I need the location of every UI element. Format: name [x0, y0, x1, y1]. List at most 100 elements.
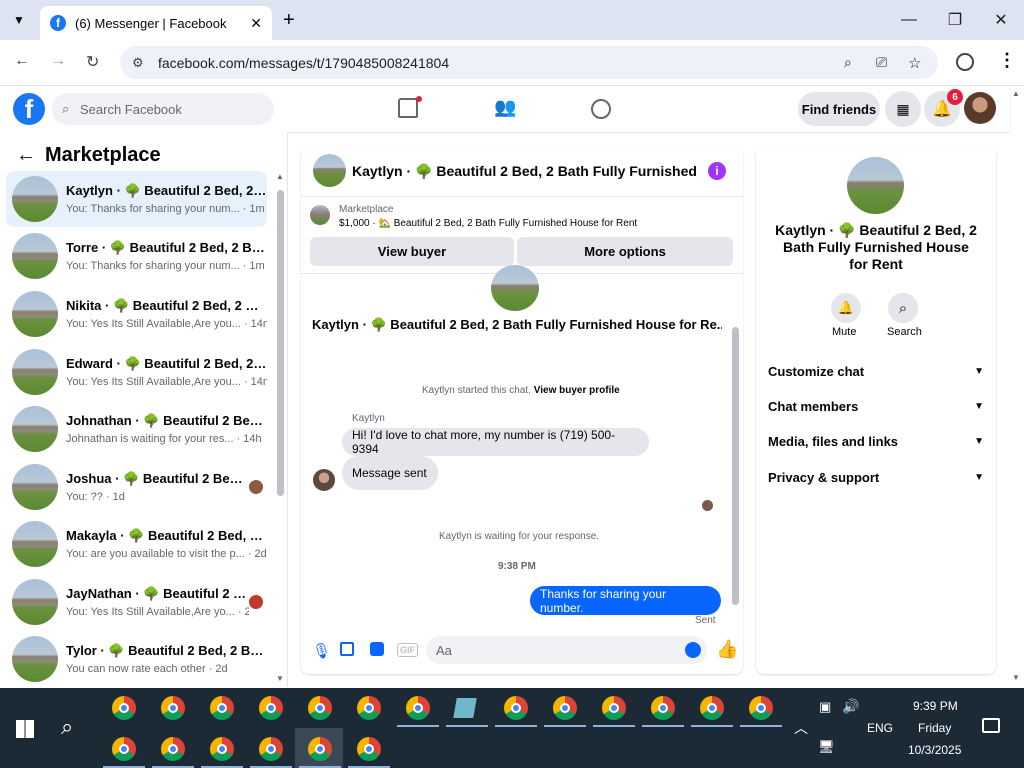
chrome-taskbar-icon[interactable]: [161, 696, 185, 720]
chrome-taskbar-icon[interactable]: [308, 696, 332, 720]
tab-search-dropdown-icon[interactable]: ▼: [8, 9, 30, 31]
conversation-item[interactable]: Johnathan · 🌳 Beautiful 2 Bed, ... Johnat…: [6, 401, 267, 457]
notification-center-icon[interactable]: [982, 718, 1000, 733]
chat-info-icon[interactable]: i: [708, 162, 726, 180]
message-input[interactable]: Aa: [426, 636, 707, 664]
url-bar[interactable]: ⚙ facebook.com/messages/t/17904850082418…: [120, 46, 938, 79]
find-friends-button[interactable]: Find friends: [798, 92, 880, 126]
facebook-logo-icon[interactable]: f: [13, 93, 45, 125]
network-icon[interactable]: 🖥: [818, 739, 835, 755]
clock-time[interactable]: 9:39 PM: [913, 699, 958, 713]
window-close-icon[interactable]: ✕: [989, 8, 1013, 32]
conversation-item[interactable]: Edward · 🌳 Beautiful 2 Bed, 2 B... You: Y…: [6, 344, 267, 400]
attach-photo-icon[interactable]: [340, 642, 354, 656]
conversation-item[interactable]: Makayla · 🌳 Beautiful 2 Bed, 2 ... You: a…: [6, 516, 267, 572]
site-info-icon[interactable]: ⚙: [132, 55, 144, 71]
chat-scrollbar[interactable]: [732, 327, 739, 605]
microphone-icon[interactable]: 🎙: [312, 642, 331, 660]
listing-thumbnail[interactable]: [310, 205, 330, 225]
chrome-taskbar-icon[interactable]: [210, 696, 234, 720]
chrome-taskbar-icon[interactable]: [259, 696, 283, 720]
chat-header-avatar[interactable]: [313, 154, 346, 187]
scroll-up-icon[interactable]: ▲: [276, 172, 284, 181]
tab-close-icon[interactable]: ✕: [250, 15, 262, 32]
notepad-taskbar-icon[interactable]: [453, 698, 477, 718]
like-thumb-icon[interactable]: 👍: [716, 639, 738, 660]
back-icon[interactable]: ←: [14, 52, 30, 70]
page-scrollbar-up-icon[interactable]: ▲: [1012, 89, 1020, 98]
account-avatar[interactable]: [964, 92, 996, 124]
conversation-item[interactable]: Joshua · 🌳 Beautiful 2 Bed, 2... You: ?? …: [6, 459, 267, 515]
listing-price-title[interactable]: $1,000 · 🏡 Beautiful 2 Bed, 2 Bath Fully…: [339, 218, 637, 229]
chat-members-row[interactable]: Chat members ▼: [768, 394, 984, 418]
page-scrollbar-down-icon[interactable]: ▼: [1012, 673, 1020, 682]
privacy-support-row[interactable]: Privacy & support ▼: [768, 465, 984, 489]
windows-start-icon[interactable]: [16, 720, 34, 738]
mute-button[interactable]: 🔔: [831, 293, 861, 323]
friends-icon[interactable]: 👥: [494, 97, 516, 118]
conversation-item[interactable]: Tylor · 🌳 Beautiful 2 Bed, 2 Bat... You c…: [6, 631, 267, 687]
gif-icon[interactable]: GIF: [397, 643, 418, 657]
emoji-icon[interactable]: [685, 642, 701, 658]
view-buyer-profile-link[interactable]: View buyer profile: [534, 385, 620, 396]
chat-header-title[interactable]: Kaytlyn · 🌳 Beautiful 2 Bed, 2 Bath Full…: [352, 163, 697, 180]
incoming-message[interactable]: Hi! I'd love to chat more, my number is …: [342, 428, 649, 456]
menu-grid-icon[interactable]: ▦: [885, 91, 921, 127]
home-icon[interactable]: [398, 98, 418, 118]
meet-now-icon[interactable]: ▣: [819, 699, 831, 715]
bookmark-star-icon[interactable]: ☆: [908, 54, 921, 72]
chrome-taskbar-icon[interactable]: [749, 696, 773, 720]
section-label: Privacy & support: [768, 469, 880, 485]
browser-tab[interactable]: f (6) Messenger | Facebook ✕: [40, 6, 272, 40]
customize-chat-row[interactable]: Customize chat ▼: [768, 359, 984, 383]
outgoing-message[interactable]: Thanks for sharing your number.: [530, 586, 721, 615]
search-in-chat-button[interactable]: ⌕: [888, 293, 918, 323]
chrome-taskbar-icon[interactable]: [406, 696, 430, 720]
chrome-taskbar-icon[interactable]: [112, 696, 136, 720]
chrome-taskbar-icon[interactable]: [553, 696, 577, 720]
conversation-preview: You: Thanks for sharing your num... · 1m: [66, 203, 265, 215]
view-buyer-button[interactable]: View buyer: [310, 237, 514, 266]
reload-icon[interactable]: ↻: [86, 52, 99, 72]
chrome-taskbar-icon[interactable]: [112, 737, 136, 761]
install-app-icon[interactable]: ⎚: [876, 54, 887, 71]
list-scrollbar[interactable]: [277, 190, 284, 496]
back-arrow-icon[interactable]: ←: [16, 144, 36, 167]
details-avatar: [847, 157, 904, 214]
chrome-taskbar-icon[interactable]: [700, 696, 724, 720]
chrome-taskbar-icon[interactable]: [504, 696, 528, 720]
chrome-taskbar-icon[interactable]: [308, 737, 332, 761]
profile-icon[interactable]: [956, 53, 974, 71]
facebook-search-input[interactable]: ⌕ Search Facebook: [52, 93, 274, 125]
browser-menu-icon[interactable]: ⋮: [998, 50, 1016, 71]
clock-date[interactable]: 10/3/2025: [908, 743, 961, 757]
chrome-taskbar-icon[interactable]: [357, 737, 381, 761]
conversation-item[interactable]: JayNathan · 🌳 Beautiful 2 Be... You: Yes …: [6, 574, 267, 630]
chrome-taskbar-icon[interactable]: [651, 696, 675, 720]
clock-day[interactable]: Friday: [918, 721, 951, 735]
forward-icon[interactable]: →: [50, 52, 66, 70]
chrome-taskbar-icon[interactable]: [259, 737, 283, 761]
more-options-button[interactable]: More options: [517, 237, 733, 266]
volume-icon[interactable]: 🔊: [842, 698, 859, 715]
chrome-taskbar-icon[interactable]: [602, 696, 626, 720]
chrome-taskbar-icon[interactable]: [357, 696, 381, 720]
restore-icon[interactable]: ❐: [943, 8, 967, 32]
search-icon[interactable]: ⌕: [61, 714, 73, 740]
new-tab-icon[interactable]: +: [283, 9, 295, 32]
language-indicator[interactable]: ENG: [867, 721, 893, 735]
minimize-icon[interactable]: —: [897, 8, 921, 32]
media-files-links-row[interactable]: Media, files and links ▼: [768, 429, 984, 453]
scroll-down-icon[interactable]: ▼: [276, 674, 284, 683]
sticker-icon[interactable]: [370, 642, 384, 656]
zoom-icon[interactable]: ⌕: [844, 54, 852, 71]
conversation-item[interactable]: Nikita · 🌳 Beautiful 2 Bed, 2 Ba... You: …: [6, 286, 267, 342]
incoming-message[interactable]: Message sent: [342, 456, 438, 490]
search-icon: ⌕: [62, 101, 70, 116]
conversation-item[interactable]: Torre · 🌳 Beautiful 2 Bed, 2 Bat... You: …: [6, 228, 267, 284]
tray-overflow-icon[interactable]: ︿: [794, 718, 808, 738]
conversation-item[interactable]: Kaytlyn · 🌳 Beautiful 2 Bed, 2 B... You: …: [6, 171, 267, 227]
groups-icon[interactable]: [591, 99, 611, 119]
chrome-taskbar-icon[interactable]: [210, 737, 234, 761]
chrome-taskbar-icon[interactable]: [161, 737, 185, 761]
